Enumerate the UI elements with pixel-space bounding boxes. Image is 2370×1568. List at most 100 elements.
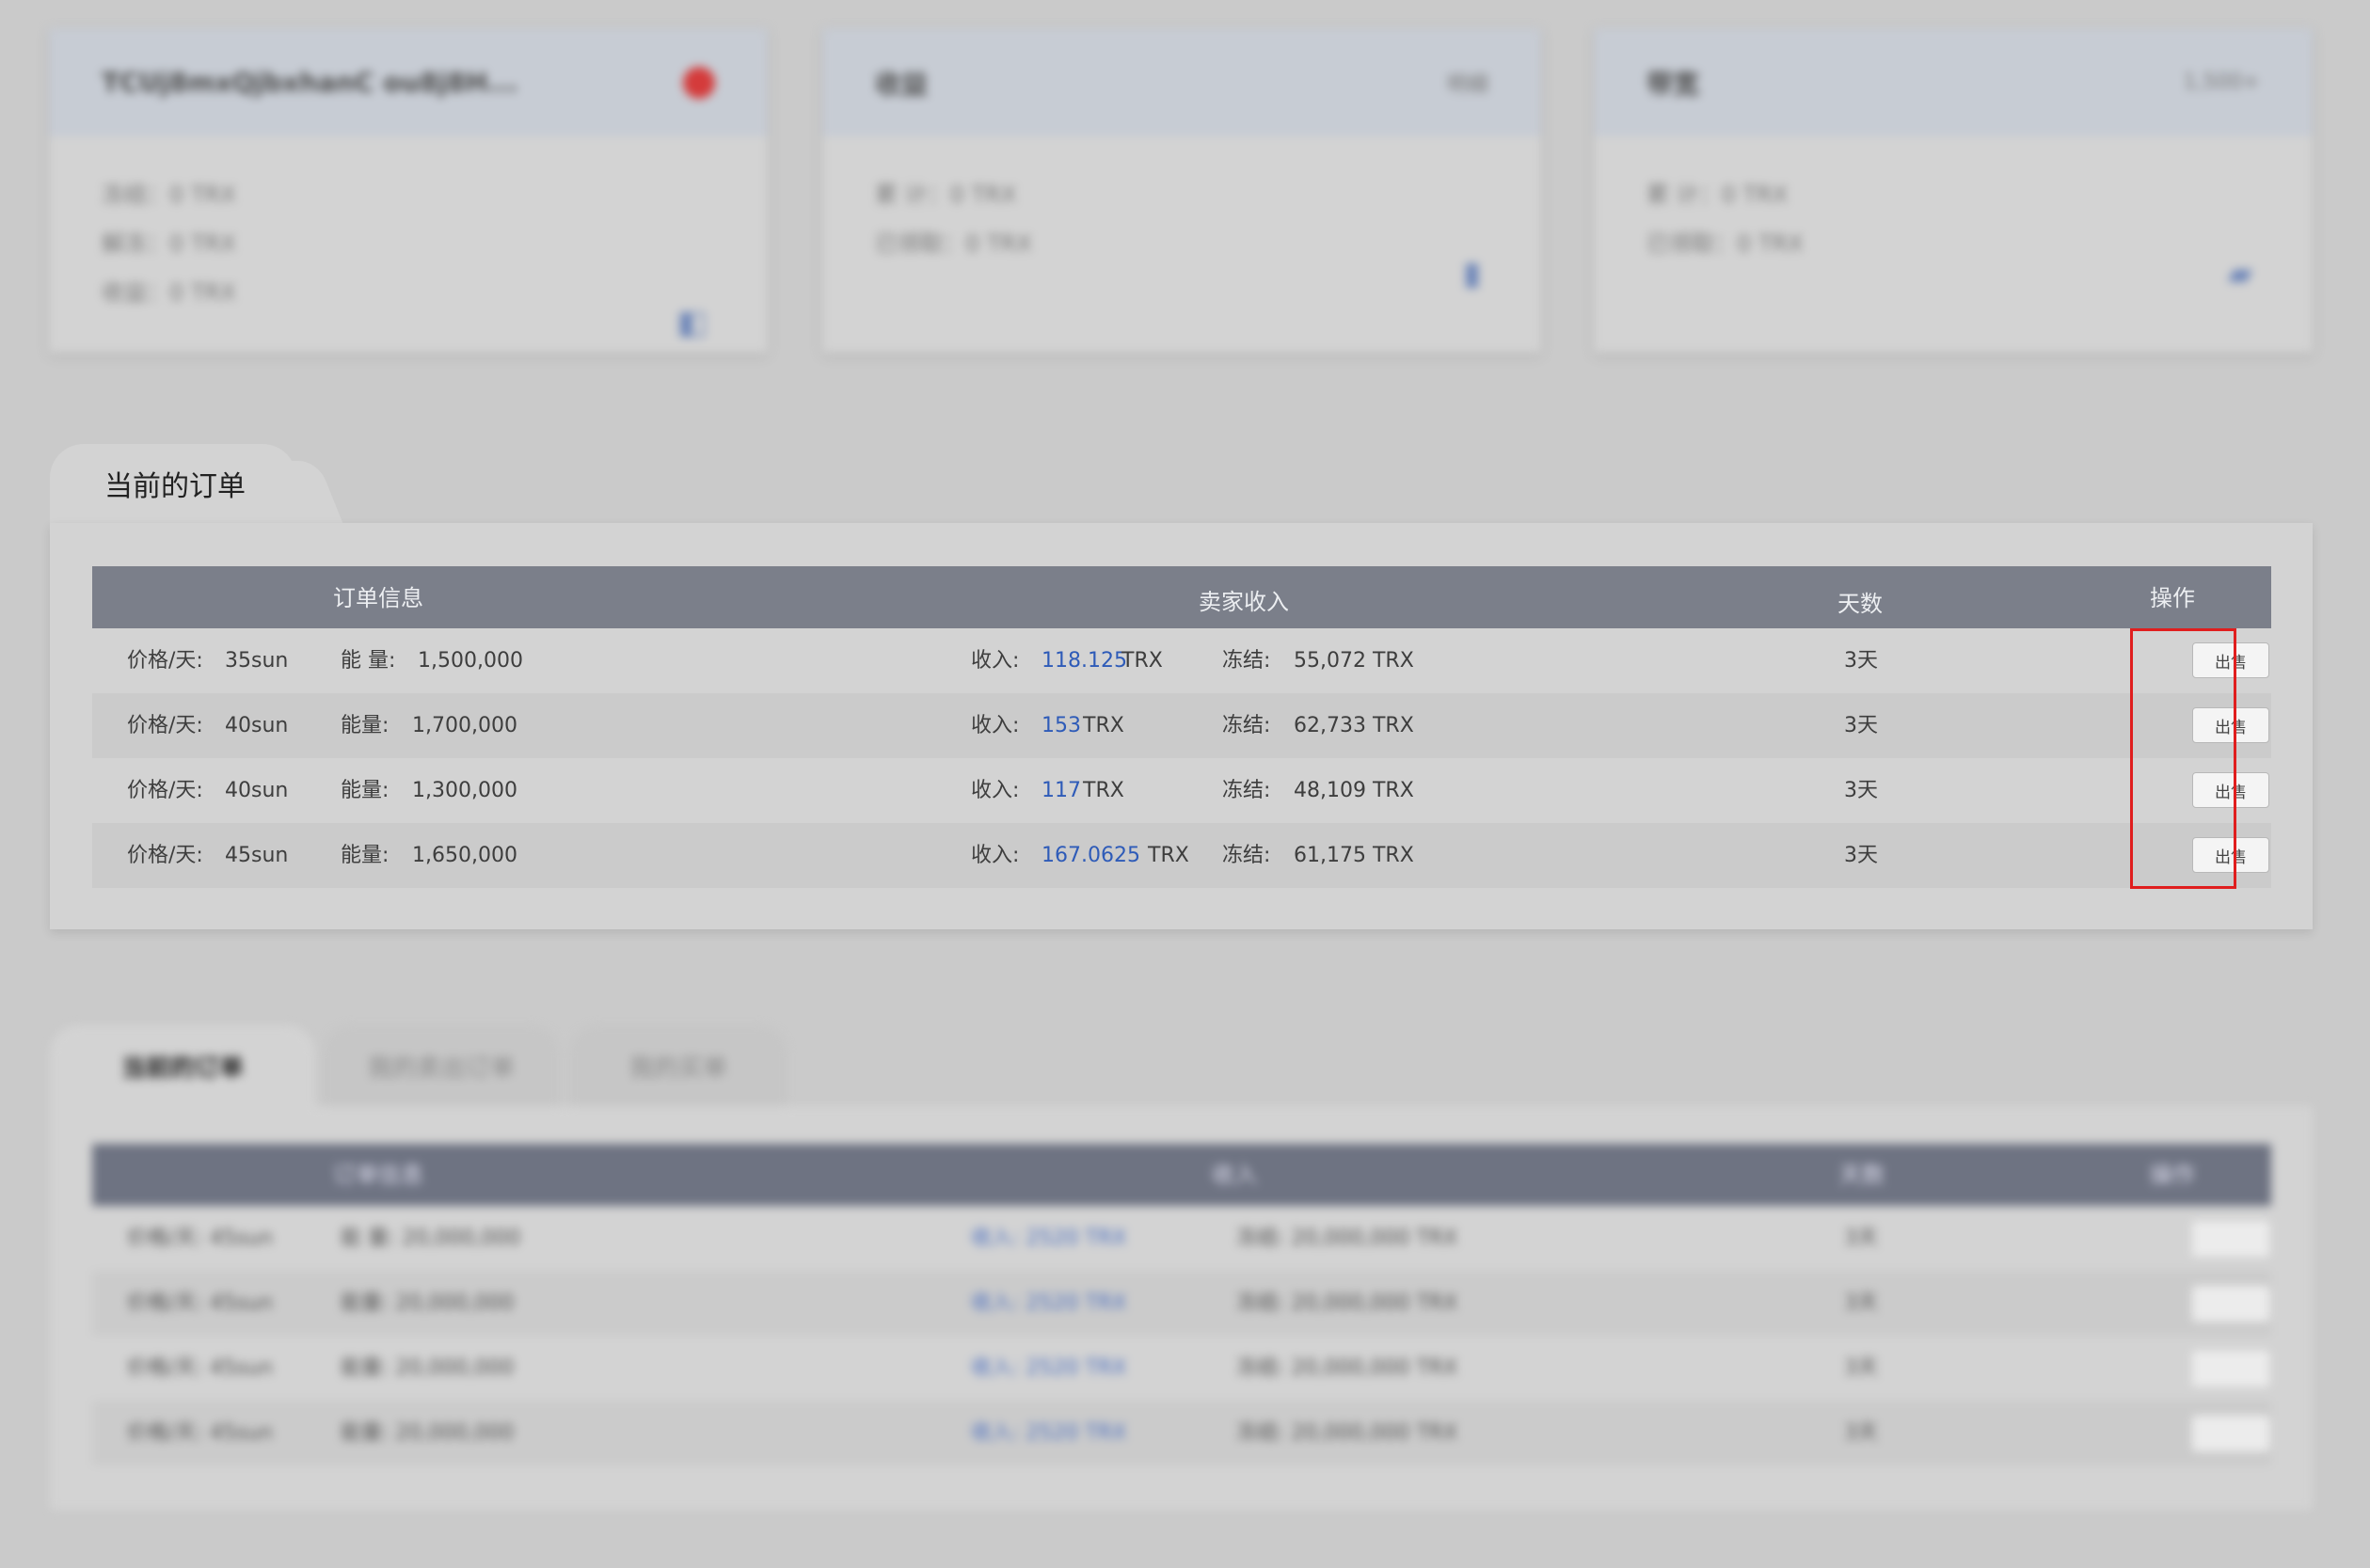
stat-cards: TCUj8mxQjbxhanC ou8j8H... 冻结：0 TRX 解冻：0 … bbox=[49, 28, 2313, 353]
energy-value: 1,700,000 bbox=[412, 714, 517, 737]
price-value: 40sun bbox=[225, 779, 289, 802]
price-text: 价格/天: 45sun bbox=[127, 1356, 274, 1380]
energy-value: 1,650,000 bbox=[412, 844, 517, 867]
lower-orders-panel: 订单信息 收入 天数 操作 价格/天: 45sun 能 量: 20,000,00… bbox=[50, 1106, 2313, 1510]
sell-button[interactable] bbox=[2192, 1416, 2269, 1451]
price-label: 价格/天: bbox=[127, 779, 203, 802]
table-row: 价格/天: 45sun 能量: 20,000,000 收入: 2520 TRX … bbox=[92, 1336, 2271, 1401]
freeze-label: 冻结: bbox=[1222, 779, 1271, 802]
energy-label: 能 量: bbox=[341, 649, 396, 673]
header-order-info: 订单信息 bbox=[333, 585, 423, 611]
days-value: 3天 bbox=[1844, 1356, 1878, 1380]
tab-my-buy-orders[interactable]: 我的买单 bbox=[569, 1025, 787, 1106]
lower-orders-section: 当前的订单 我的卖出订单 我的买单 订单信息 收入 天数 操作 价格/天: 45… bbox=[50, 1025, 2313, 1510]
freeze-label: 冻结: bbox=[1222, 649, 1271, 673]
info-icon[interactable]: ▮ bbox=[1463, 255, 1481, 293]
income-label: 收入: bbox=[971, 779, 1020, 802]
income-text: 收入: 2520 TRX bbox=[971, 1356, 1127, 1380]
income-text: 收入: 2520 TRX bbox=[971, 1291, 1127, 1315]
energy-value: 1,300,000 bbox=[412, 779, 517, 802]
energy-value: 1,500,000 bbox=[418, 649, 523, 673]
freeze-text: 冻结: 20,000,000 TRX bbox=[1236, 1227, 1458, 1250]
bandwidth-card-value: 1,500+ bbox=[2183, 71, 2260, 94]
days-value: 3天 bbox=[1844, 779, 1878, 802]
freeze-value: 61,175 TRX bbox=[1294, 844, 1414, 867]
lower-table-header: 订单信息 收入 天数 操作 bbox=[92, 1144, 2271, 1206]
price-label: 价格/天: bbox=[127, 844, 203, 867]
tab-current-orders[interactable]: 当前的订单 bbox=[50, 444, 296, 523]
card-line: 已领取：0 TRX bbox=[875, 230, 1032, 257]
status-dot-icon bbox=[683, 66, 715, 99]
table-row: 价格/天: 40sun 能量: 1,300,000 收入: 117 TRX 冻结… bbox=[92, 758, 2271, 823]
chart-icon[interactable]: ▰ bbox=[2228, 255, 2252, 293]
table-row: 价格/天: 45sun 能量: 20,000,000 收入: 2520 TRX … bbox=[92, 1271, 2271, 1336]
freeze-text: 冻结: 20,000,000 TRX bbox=[1236, 1356, 1458, 1380]
freeze-text: 冻结: 20,000,000 TRX bbox=[1236, 1291, 1458, 1315]
days-value: 3天 bbox=[1844, 1421, 1878, 1445]
header-order-info: 订单信息 bbox=[333, 1162, 423, 1188]
sell-button[interactable] bbox=[2192, 1286, 2269, 1322]
sell-button[interactable] bbox=[2192, 1221, 2269, 1257]
table-row: 价格/天: 45sun 能 量: 20,000,000 收入: 2520 TRX… bbox=[92, 1206, 2271, 1271]
income-label: 收入: bbox=[971, 714, 1020, 737]
card-line: 解冻：0 TRX bbox=[102, 230, 236, 257]
card-line: 冻结：0 TRX bbox=[102, 182, 236, 208]
income-text: 收入: 2520 TRX bbox=[971, 1227, 1127, 1250]
price-text: 价格/天: 45sun bbox=[127, 1227, 274, 1250]
freeze-value: 62,733 TRX bbox=[1294, 714, 1414, 737]
card-line: 累 计：0 TRX bbox=[875, 182, 1017, 208]
price-value: 35sun bbox=[225, 649, 289, 673]
table-row: 价格/天: 45sun 能量: 1,650,000 收入: 167.0625 T… bbox=[92, 823, 2271, 888]
tab-current-orders-label: 当前的订单 bbox=[104, 470, 246, 503]
days-value: 3天 bbox=[1844, 1291, 1878, 1315]
account-card: TCUj8mxQjbxhanC ou8j8H... 冻结：0 TRX 解冻：0 … bbox=[49, 28, 768, 353]
table-row: 价格/天: 35sun 能 量: 1,500,000 收入: 118.125 T… bbox=[92, 628, 2271, 693]
energy-text: 能量: 20,000,000 bbox=[341, 1421, 515, 1445]
header-action: 操作 bbox=[2150, 1162, 2195, 1188]
income-value: 117 bbox=[1042, 779, 1081, 802]
header-seller-income: 卖家收入 bbox=[1199, 589, 1289, 615]
income-label: 收入: bbox=[971, 844, 1020, 867]
header-action: 操作 bbox=[2150, 585, 2195, 611]
sell-button[interactable] bbox=[2192, 1351, 2269, 1386]
tab-my-sell-orders[interactable]: 我的卖出订单 bbox=[323, 1025, 560, 1106]
income-unit: TRX bbox=[1121, 649, 1163, 673]
price-label: 价格/天: bbox=[127, 714, 203, 737]
income-unit: TRX bbox=[1148, 844, 1189, 867]
income-value: 153 bbox=[1042, 714, 1081, 737]
income-text: 收入: 2520 TRX bbox=[971, 1421, 1127, 1445]
orders-table-header: 订单信息 卖家收入 天数 操作 bbox=[92, 566, 2271, 628]
price-text: 价格/天: 45sun bbox=[127, 1421, 274, 1445]
income-card-link[interactable]: 明细 bbox=[1447, 68, 1488, 98]
income-value: 118.125 bbox=[1042, 649, 1127, 673]
freeze-text: 冻结: 20,000,000 TRX bbox=[1236, 1421, 1458, 1445]
account-address: TCUj8mxQjbxhanC ou8j8H... bbox=[102, 67, 518, 98]
energy-text: 能量: 20,000,000 bbox=[341, 1291, 515, 1315]
header-income: 收入 bbox=[1212, 1162, 1257, 1188]
energy-text: 能量: 20,000,000 bbox=[341, 1356, 515, 1380]
table-row: 价格/天: 40sun 能量: 1,700,000 收入: 153 TRX 冻结… bbox=[92, 693, 2271, 758]
income-value: 167.0625 bbox=[1042, 844, 1140, 867]
bandwidth-card: 带宽 1,500+ 累 计：0 TRX 已领取：0 TRX ▰ bbox=[1594, 28, 2313, 353]
freeze-value: 55,072 TRX bbox=[1294, 649, 1414, 673]
header-days: 天数 bbox=[1839, 1162, 1885, 1188]
energy-text: 能 量: 20,000,000 bbox=[341, 1227, 521, 1250]
energy-label: 能量: bbox=[341, 714, 390, 737]
freeze-value: 48,109 TRX bbox=[1294, 779, 1414, 802]
card-line: 收益：0 TRX bbox=[102, 279, 236, 306]
tab-current-orders-lower[interactable]: 当前的订单 bbox=[50, 1025, 315, 1106]
bandwidth-card-title: 带宽 bbox=[1646, 68, 1700, 100]
income-label: 收入: bbox=[971, 649, 1020, 673]
energy-label: 能量: bbox=[341, 844, 390, 867]
price-text: 价格/天: 45sun bbox=[127, 1291, 274, 1315]
energy-label: 能量: bbox=[341, 779, 390, 802]
income-unit: TRX bbox=[1083, 779, 1124, 802]
card-line: 累 计：0 TRX bbox=[1646, 182, 1789, 208]
income-unit: TRX bbox=[1083, 714, 1124, 737]
days-value: 3天 bbox=[1844, 844, 1878, 867]
price-value: 40sun bbox=[225, 714, 289, 737]
wallet-icon[interactable]: ◧ bbox=[677, 304, 708, 341]
table-row: 价格/天: 45sun 能量: 20,000,000 收入: 2520 TRX … bbox=[92, 1401, 2271, 1465]
freeze-label: 冻结: bbox=[1222, 844, 1271, 867]
income-card: 收益 明细 累 计：0 TRX 已领取：0 TRX ▮ bbox=[822, 28, 1541, 353]
